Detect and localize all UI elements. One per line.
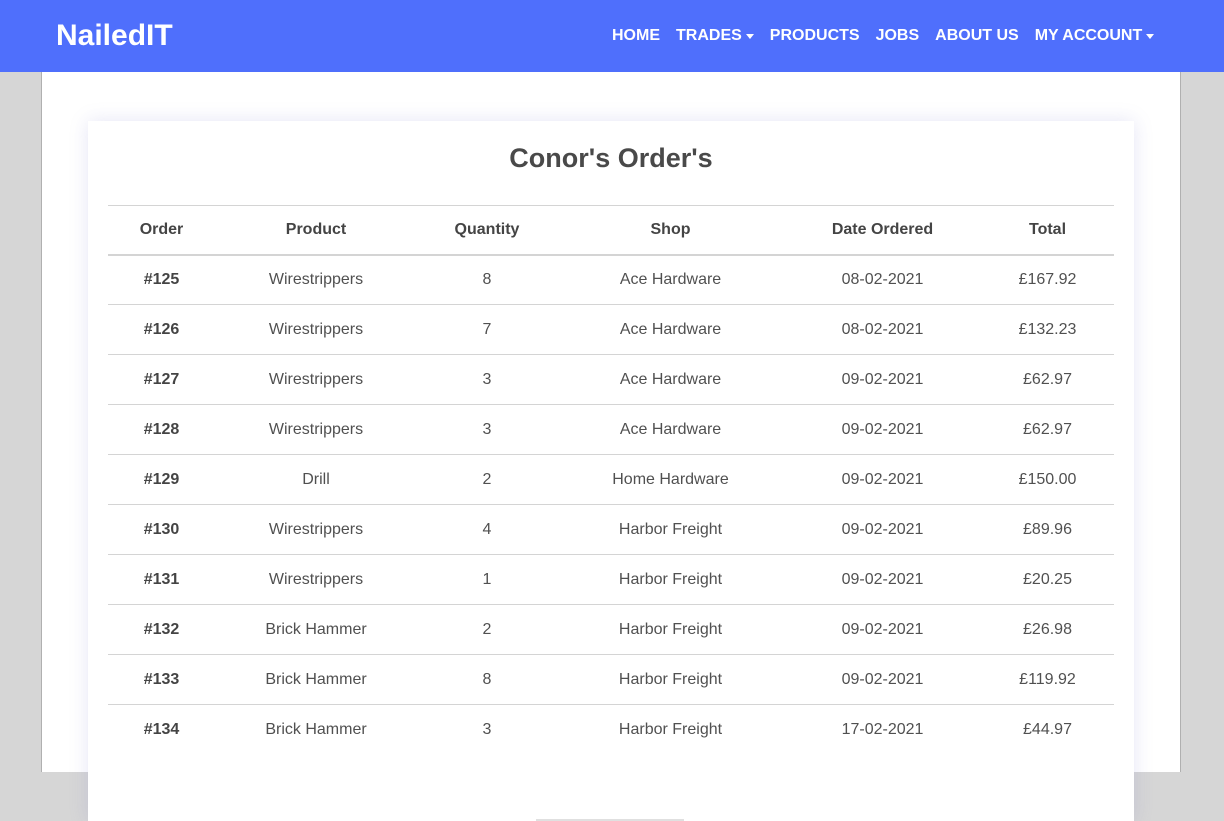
nav-item-label: ABOUT US bbox=[935, 27, 1019, 44]
table-row: #133 Brick Hammer 8 Harbor Freight 09-02-202… bbox=[108, 654, 1114, 705]
total-cell: £62.97 bbox=[981, 354, 1114, 405]
quantity-cell: 2 bbox=[417, 604, 557, 655]
date-ordered-cell: 08-02-2021 bbox=[784, 254, 981, 305]
product-cell: Drill bbox=[215, 454, 417, 505]
nav-item-products[interactable]: PRODUCTS bbox=[770, 27, 860, 45]
order-id-cell: #130 bbox=[108, 504, 215, 555]
quantity-cell: 7 bbox=[417, 304, 557, 355]
nav-item-about-us[interactable]: ABOUT US bbox=[935, 27, 1019, 45]
table-header-row: Order Product Quantity Shop Date Ordered… bbox=[108, 205, 1114, 256]
total-cell: £167.92 bbox=[981, 254, 1114, 305]
date-ordered-cell: 09-02-2021 bbox=[784, 554, 981, 605]
shop-cell: Ace Hardware bbox=[557, 354, 784, 405]
table-row: #129 Drill 2 Home Hardware 09-02-2021 £150.00 bbox=[108, 454, 1114, 505]
column-header-order: Order bbox=[108, 205, 215, 256]
nav-item-label: TRADES bbox=[676, 27, 742, 44]
orders-table: Order Product Quantity Shop Date Ordered… bbox=[108, 205, 1114, 755]
nav-item-label: PRODUCTS bbox=[769, 27, 860, 44]
date-ordered-cell: 09-02-2021 bbox=[784, 654, 981, 705]
nav-item-home[interactable]: HOME bbox=[612, 27, 660, 45]
product-cell: Brick Hammer bbox=[215, 654, 417, 705]
shop-cell: Harbor Freight bbox=[557, 554, 784, 605]
total-cell: £26.98 bbox=[981, 604, 1114, 655]
order-id-cell: #125 bbox=[108, 254, 215, 305]
orders-card: Conor's Order's Order Product Quantity S… bbox=[88, 121, 1134, 821]
column-header-shop: Shop bbox=[557, 205, 784, 256]
shop-cell: Harbor Freight bbox=[557, 704, 784, 755]
product-cell: Wirestrippers bbox=[215, 254, 417, 305]
shop-cell: Harbor Freight bbox=[557, 654, 784, 705]
total-cell: £20.25 bbox=[981, 554, 1114, 605]
column-header-total: Total bbox=[981, 205, 1114, 256]
order-id-cell: #133 bbox=[108, 654, 215, 705]
column-header-date-ordered: Date Ordered bbox=[784, 205, 981, 256]
order-id-cell: #126 bbox=[108, 304, 215, 355]
order-id-cell: #129 bbox=[108, 454, 215, 505]
date-ordered-cell: 09-02-2021 bbox=[784, 604, 981, 655]
product-cell: Wirestrippers bbox=[215, 504, 417, 555]
page-title: Conor's Order's bbox=[509, 143, 713, 173]
shop-cell: Harbor Freight bbox=[557, 604, 784, 655]
nav-links: HOME TRADES PRODUCTS JOBS ABOUT US MY ACCOUNT bbox=[604, 24, 1162, 48]
product-cell: Brick Hammer bbox=[215, 604, 417, 655]
date-ordered-cell: 09-02-2021 bbox=[784, 454, 981, 505]
product-cell: Wirestrippers bbox=[215, 404, 417, 455]
table-row: #128 Wirestrippers 3 Ace Hardware 09-02-2021… bbox=[108, 404, 1114, 455]
quantity-cell: 3 bbox=[417, 404, 557, 455]
quantity-cell: 4 bbox=[417, 504, 557, 555]
quantity-cell: 8 bbox=[417, 654, 557, 705]
page-container: Conor's Order's Order Product Quantity S… bbox=[41, 72, 1181, 821]
quantity-cell: 8 bbox=[417, 254, 557, 305]
date-ordered-cell: 09-02-2021 bbox=[784, 504, 981, 555]
order-id-cell: #132 bbox=[108, 604, 215, 655]
quantity-cell: 1 bbox=[417, 554, 557, 605]
table-row: #132 Brick Hammer 2 Harbor Freight 09-02-202… bbox=[108, 604, 1114, 655]
nav-item-label: MY ACCOUNT bbox=[1034, 27, 1143, 44]
table-row: #126 Wirestrippers 7 Ace Hardware 08-02-2021… bbox=[108, 304, 1114, 355]
column-header-quantity: Quantity bbox=[417, 205, 557, 256]
column-header-product: Product bbox=[215, 205, 417, 256]
order-id-cell: #128 bbox=[108, 404, 215, 455]
total-cell: £132.23 bbox=[981, 304, 1114, 355]
product-cell: Wirestrippers bbox=[215, 354, 417, 405]
quantity-cell: 2 bbox=[417, 454, 557, 505]
shop-cell: Ace Hardware bbox=[557, 304, 784, 355]
order-id-cell: #134 bbox=[108, 704, 215, 755]
total-cell: £150.00 bbox=[981, 454, 1114, 505]
total-cell: £89.96 bbox=[981, 504, 1114, 555]
nav-item-trades[interactable]: TRADES bbox=[676, 27, 754, 45]
table-row: #127 Wirestrippers 3 Ace Hardware 09-02-2021… bbox=[108, 354, 1114, 405]
quantity-cell: 3 bbox=[417, 704, 557, 755]
total-cell: £44.97 bbox=[981, 704, 1114, 755]
date-ordered-cell: 09-02-2021 bbox=[784, 354, 981, 405]
nav-item-label: JOBS bbox=[875, 27, 920, 44]
date-ordered-cell: 08-02-2021 bbox=[784, 304, 981, 355]
quantity-cell: 3 bbox=[417, 354, 557, 405]
date-ordered-cell: 09-02-2021 bbox=[784, 404, 981, 455]
shop-cell: Harbor Freight bbox=[557, 504, 784, 555]
table-row: #125 Wirestrippers 8 Ace Hardware 08-02-2021… bbox=[108, 254, 1114, 305]
shop-cell: Home Hardware bbox=[557, 454, 784, 505]
orders-table-body: #125 Wirestrippers 8 Ace Hardware 08-02-2021… bbox=[108, 254, 1114, 755]
shop-cell: Ace Hardware bbox=[557, 254, 784, 305]
caret-down-icon bbox=[745, 34, 754, 39]
nav-item-label: HOME bbox=[612, 27, 660, 44]
nav-item-jobs[interactable]: JOBS bbox=[876, 27, 920, 45]
nav-item-my-account[interactable]: MY ACCOUNT bbox=[1035, 27, 1155, 45]
total-cell: £62.97 bbox=[981, 404, 1114, 455]
table-row: #130 Wirestrippers 4 Harbor Freight 09-02-20… bbox=[108, 504, 1114, 555]
caret-down-icon bbox=[1146, 34, 1155, 39]
total-cell: £119.92 bbox=[981, 654, 1114, 705]
date-ordered-cell: 17-02-2021 bbox=[784, 704, 981, 755]
product-cell: Wirestrippers bbox=[215, 304, 417, 355]
brand-logo[interactable]: NailedIT bbox=[56, 19, 173, 53]
table-row: #134 Brick Hammer 3 Harbor Freight 17-02-202… bbox=[108, 704, 1114, 755]
order-id-cell: #131 bbox=[108, 554, 215, 605]
shop-cell: Ace Hardware bbox=[557, 404, 784, 455]
product-cell: Wirestrippers bbox=[215, 554, 417, 605]
order-id-cell: #127 bbox=[108, 354, 215, 405]
table-row: #131 Wirestrippers 1 Harbor Freight 09-02-20… bbox=[108, 554, 1114, 605]
product-cell: Brick Hammer bbox=[215, 704, 417, 755]
top-navbar: NailedIT HOME TRADES PRODUCTS JOBS ABOUT US M… bbox=[0, 0, 1224, 72]
